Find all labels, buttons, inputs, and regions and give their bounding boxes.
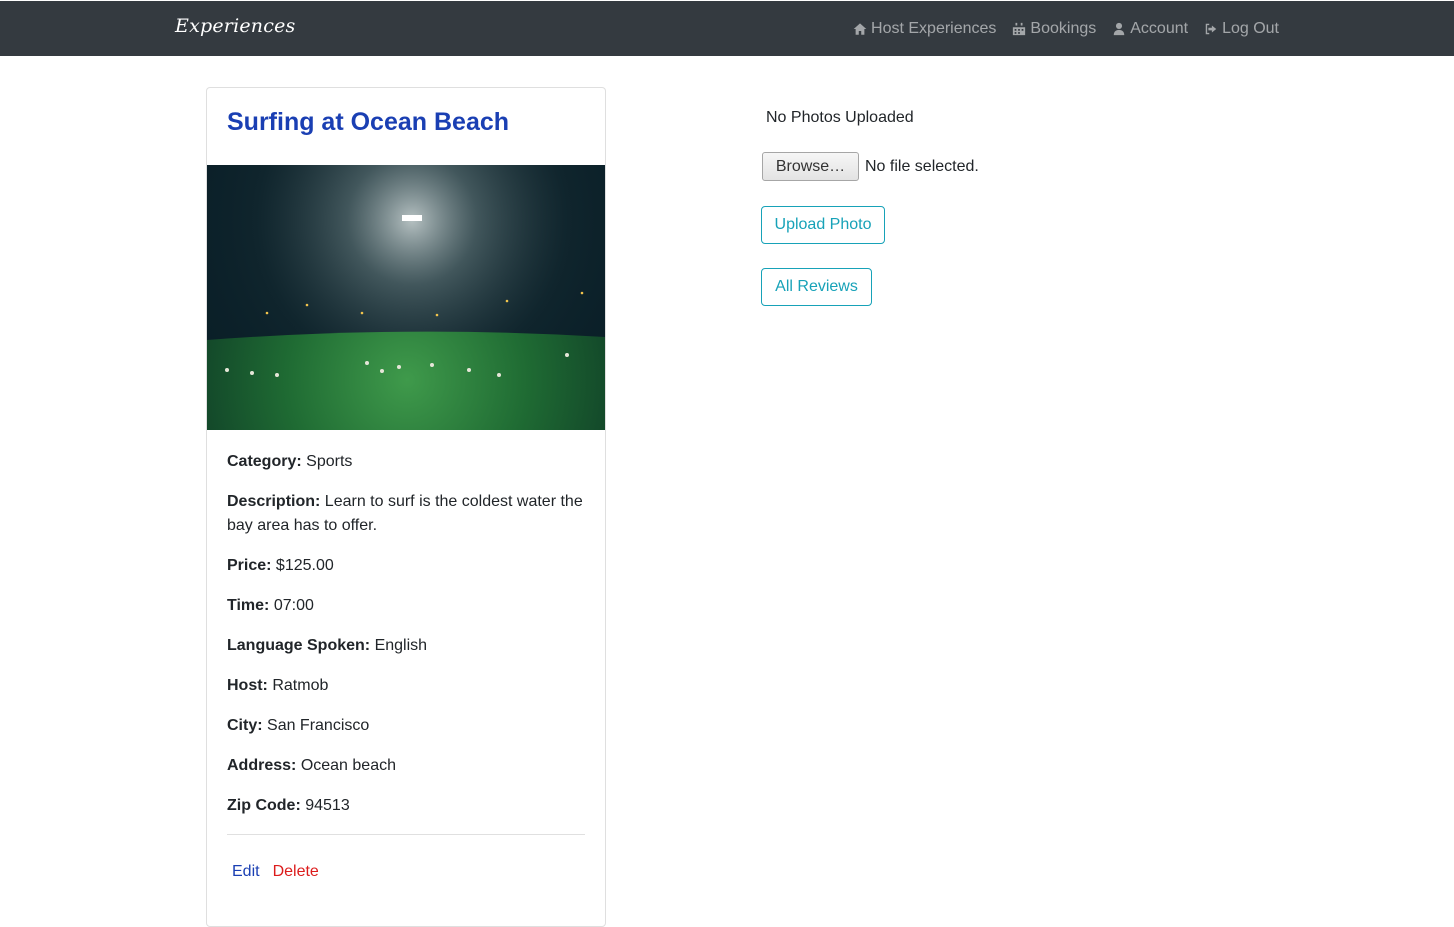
detail-label: Zip Code: bbox=[227, 797, 301, 814]
upload-photo-button[interactable]: Upload Photo bbox=[761, 206, 885, 244]
detail-category: Category: Sports bbox=[227, 450, 587, 474]
detail-value: English bbox=[374, 637, 428, 654]
nav-account[interactable]: Account bbox=[1112, 20, 1188, 38]
card-divider bbox=[227, 834, 585, 835]
detail-label: Category: bbox=[227, 453, 302, 470]
detail-label: Host: bbox=[227, 677, 268, 694]
card-actions: Edit Delete bbox=[232, 863, 319, 881]
detail-city: City: San Francisco bbox=[227, 714, 587, 738]
browse-button[interactable]: Browse… bbox=[762, 152, 859, 181]
nav-log-out-label: Log Out bbox=[1222, 19, 1279, 37]
detail-value: $125.00 bbox=[275, 557, 334, 574]
brand-logo[interactable]: Experiences bbox=[175, 15, 295, 37]
nav-log-out[interactable]: Log Out bbox=[1204, 20, 1279, 38]
detail-language: Language Spoken: English bbox=[227, 634, 587, 658]
delete-link[interactable]: Delete bbox=[273, 863, 319, 881]
detail-host: Host: Ratmob bbox=[227, 674, 587, 698]
detail-price: Price: $125.00 bbox=[227, 554, 587, 578]
detail-address: Address: Ocean beach bbox=[227, 754, 587, 778]
detail-label: Address: bbox=[227, 757, 297, 774]
home-icon bbox=[853, 22, 867, 35]
detail-value: 07:00 bbox=[273, 597, 314, 614]
file-status: No file selected. bbox=[865, 157, 979, 175]
nav-links: Host Experiences Bookings Account Log Ou… bbox=[837, 1, 1279, 56]
all-reviews-button[interactable]: All Reviews bbox=[761, 268, 872, 306]
nav-bookings[interactable]: Bookings bbox=[1012, 20, 1096, 38]
detail-label: Description: bbox=[227, 493, 321, 510]
edit-link[interactable]: Edit bbox=[232, 863, 260, 881]
detail-label: Price: bbox=[227, 557, 272, 574]
experience-card: Surfing at Ocean Beach Category: Sports … bbox=[206, 87, 606, 927]
detail-description: Description: Learn to surf is the coldes… bbox=[227, 490, 587, 538]
detail-label: Language Spoken: bbox=[227, 637, 371, 654]
nav-host-experiences[interactable]: Host Experiences bbox=[853, 20, 996, 38]
experience-details: Category: Sports Description: Learn to s… bbox=[227, 450, 587, 834]
top-navbar: Experiences Host Experiences Bookings Ac… bbox=[0, 1, 1454, 56]
nav-host-experiences-label: Host Experiences bbox=[871, 19, 997, 37]
detail-value: 94513 bbox=[305, 797, 350, 814]
file-input: Browse… No file selected. bbox=[762, 152, 979, 181]
experience-image bbox=[207, 165, 605, 430]
detail-time: Time: 07:00 bbox=[227, 594, 587, 618]
detail-zip-code: Zip Code: 94513 bbox=[227, 794, 587, 818]
detail-label: Time: bbox=[227, 597, 270, 614]
detail-label: City: bbox=[227, 717, 263, 734]
photos-status: No Photos Uploaded bbox=[766, 109, 914, 126]
calendar-icon bbox=[1013, 22, 1026, 35]
card-header: Surfing at Ocean Beach bbox=[207, 88, 605, 166]
sign-out-icon bbox=[1205, 23, 1217, 34]
nav-bookings-label: Bookings bbox=[1030, 19, 1097, 37]
experience-title: Surfing at Ocean Beach bbox=[227, 108, 510, 136]
user-icon bbox=[1114, 22, 1125, 35]
nav-account-label: Account bbox=[1130, 19, 1189, 37]
detail-value: Ratmob bbox=[272, 677, 329, 694]
detail-value: San Francisco bbox=[267, 717, 370, 734]
detail-value: Ocean beach bbox=[300, 757, 396, 774]
detail-value: Sports bbox=[306, 453, 353, 470]
